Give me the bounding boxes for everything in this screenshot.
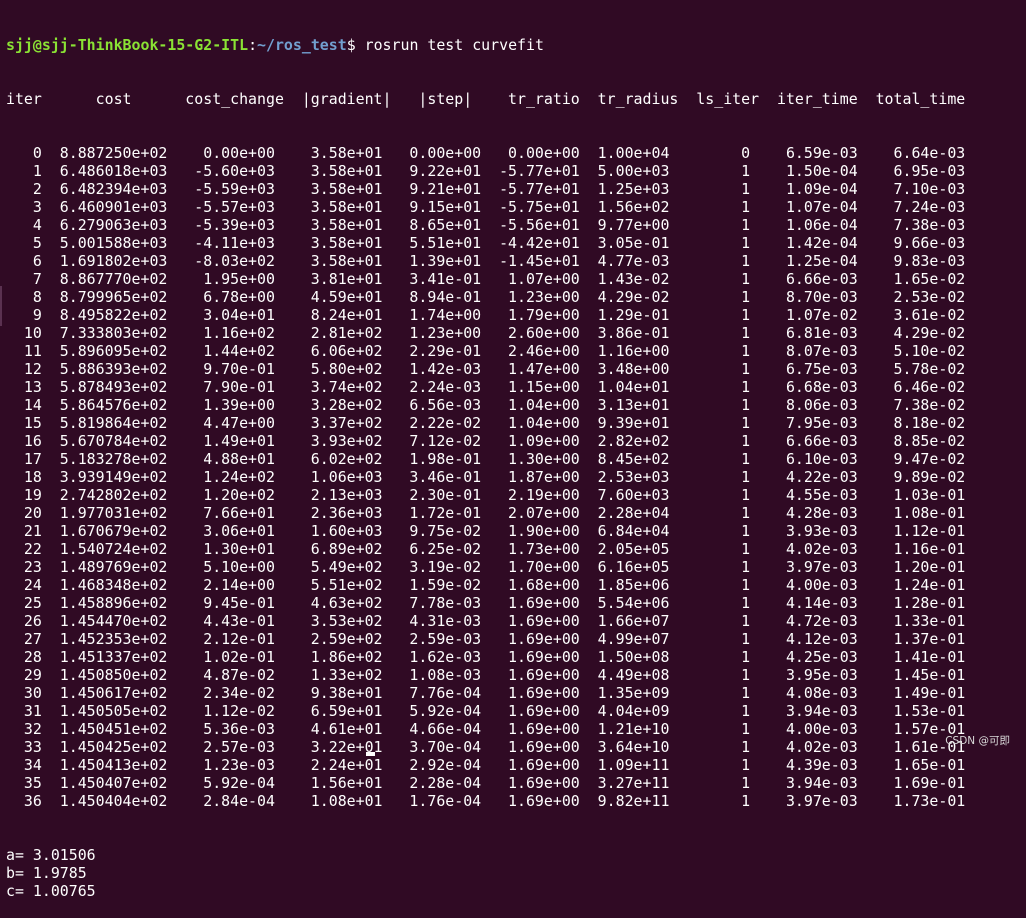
result-line: c= 1.00765 [6,882,96,900]
result-line: b= 1.9785 [6,864,87,882]
result-line: a= 3.01506 [6,846,96,864]
table-row: 14 5.864576e+02 1.39e+00 3.28e+02 6.56e-… [6,396,966,414]
table-row: 4 6.279063e+03 -5.39e+03 3.58e+01 8.65e+… [6,216,966,234]
table-row: 12 5.886393e+02 9.70e-01 5.80e+02 1.42e-… [6,360,966,378]
table-row: 33 1.450425e+02 2.57e-03 3.22e+01 3.70e-… [6,738,966,756]
table-row: 25 1.458896e+02 9.45e-01 4.63e+02 7.78e-… [6,594,966,612]
table-row: 9 8.495822e+02 3.04e+01 8.24e+01 1.74e+0… [6,306,966,324]
table-row: 31 1.450505e+02 1.12e-02 6.59e+01 5.92e-… [6,702,966,720]
table-row: 15 5.819864e+02 4.47e+00 3.37e+02 2.22e-… [6,414,966,432]
table-row: 19 2.742802e+02 1.20e+02 2.13e+03 2.30e-… [6,486,966,504]
prompt-command: rosrun test curvefit [364,36,544,54]
table-row: 23 1.489769e+02 5.10e+00 5.49e+02 3.19e-… [6,558,966,576]
table-row: 35 1.450407e+02 5.92e-04 1.56e+01 2.28e-… [6,774,966,792]
table-row: 2 6.482394e+03 -5.59e+03 3.58e+01 9.21e+… [6,180,966,198]
terminal-output: sjj@sjj-ThinkBook-15-G2-ITL:~/ros_test$ … [6,0,965,918]
table-row: 17 5.183278e+02 4.88e+01 6.02e+02 1.98e-… [6,450,966,468]
table-row: 24 1.468348e+02 2.14e+00 5.51e+02 1.59e-… [6,576,966,594]
table-row: 22 1.540724e+02 1.30e+01 6.89e+02 6.25e-… [6,540,966,558]
table-row: 3 6.460901e+03 -5.57e+03 3.58e+01 9.15e+… [6,198,966,216]
table-row: 21 1.670679e+02 3.06e+01 1.60e+03 9.75e-… [6,522,966,540]
table-row: 6 1.691802e+03 -8.03e+02 3.58e+01 1.39e+… [6,252,966,270]
table-row: 27 1.452353e+02 2.12e-01 2.59e+02 2.59e-… [6,630,966,648]
prompt-user-host: sjj@sjj-ThinkBook-15-G2-ITL [6,36,249,54]
table-row: 16 5.670784e+02 1.49e+01 3.93e+02 7.12e-… [6,432,966,450]
table-row: 1 6.486018e+03 -5.60e+03 3.58e+01 9.22e+… [6,162,966,180]
table-header: iter cost cost_change |gradient| |step| … [6,90,966,108]
table-row: 34 1.450413e+02 1.23e-03 2.24e+01 2.92e-… [6,756,966,774]
table-row: 26 1.454470e+02 4.43e-01 3.53e+02 4.31e-… [6,612,966,630]
table-row: 29 1.450850e+02 4.87e-02 1.33e+02 1.08e-… [6,666,966,684]
table-row: 5 5.001588e+03 -4.11e+03 3.58e+01 5.51e+… [6,234,966,252]
command-prompt-line: sjj@sjj-ThinkBook-15-G2-ITL:~/ros_test$ … [6,36,965,54]
table-row: 28 1.451337e+02 1.02e-01 1.86e+02 1.62e-… [6,648,966,666]
scrollbar-thumb[interactable] [0,286,2,326]
table-rows: 0 8.887250e+02 0.00e+00 3.58e+01 0.00e+0… [6,144,965,810]
prompt-separator: : [248,36,258,54]
prompt-path: ~/ros_test [257,36,347,54]
prompt-symbol: $ [346,36,365,54]
table-row: 0 8.887250e+02 0.00e+00 3.58e+01 0.00e+0… [6,144,966,162]
watermark: CSDN @可即 [945,735,1010,747]
table-row: 30 1.450617e+02 2.34e-02 9.38e+01 7.76e-… [6,684,966,702]
table-row: 18 3.939149e+02 1.24e+02 1.06e+03 3.46e-… [6,468,966,486]
table-row: 32 1.450451e+02 5.36e-03 4.61e+01 4.66e-… [6,720,966,738]
table-row: 20 1.977031e+02 7.66e+01 2.36e+03 1.72e-… [6,504,966,522]
table-row: 10 7.333803e+02 1.16e+02 2.81e+02 1.23e+… [6,324,966,342]
table-row: 8 8.799965e+02 6.78e+00 4.59e+01 8.94e-0… [6,288,966,306]
table-row: 13 5.878493e+02 7.90e-01 3.74e+02 2.24e-… [6,378,966,396]
table-row: 11 5.896095e+02 1.44e+02 6.06e+02 2.29e-… [6,342,966,360]
table-row: 7 8.867770e+02 1.95e+00 3.81e+01 3.41e-0… [6,270,966,288]
table-row: 36 1.450404e+02 2.84e-04 1.08e+01 1.76e-… [6,792,966,810]
fit-results: a= 3.01506 b= 1.9785 c= 1.00765 [6,846,965,900]
text-cursor [366,752,375,756]
